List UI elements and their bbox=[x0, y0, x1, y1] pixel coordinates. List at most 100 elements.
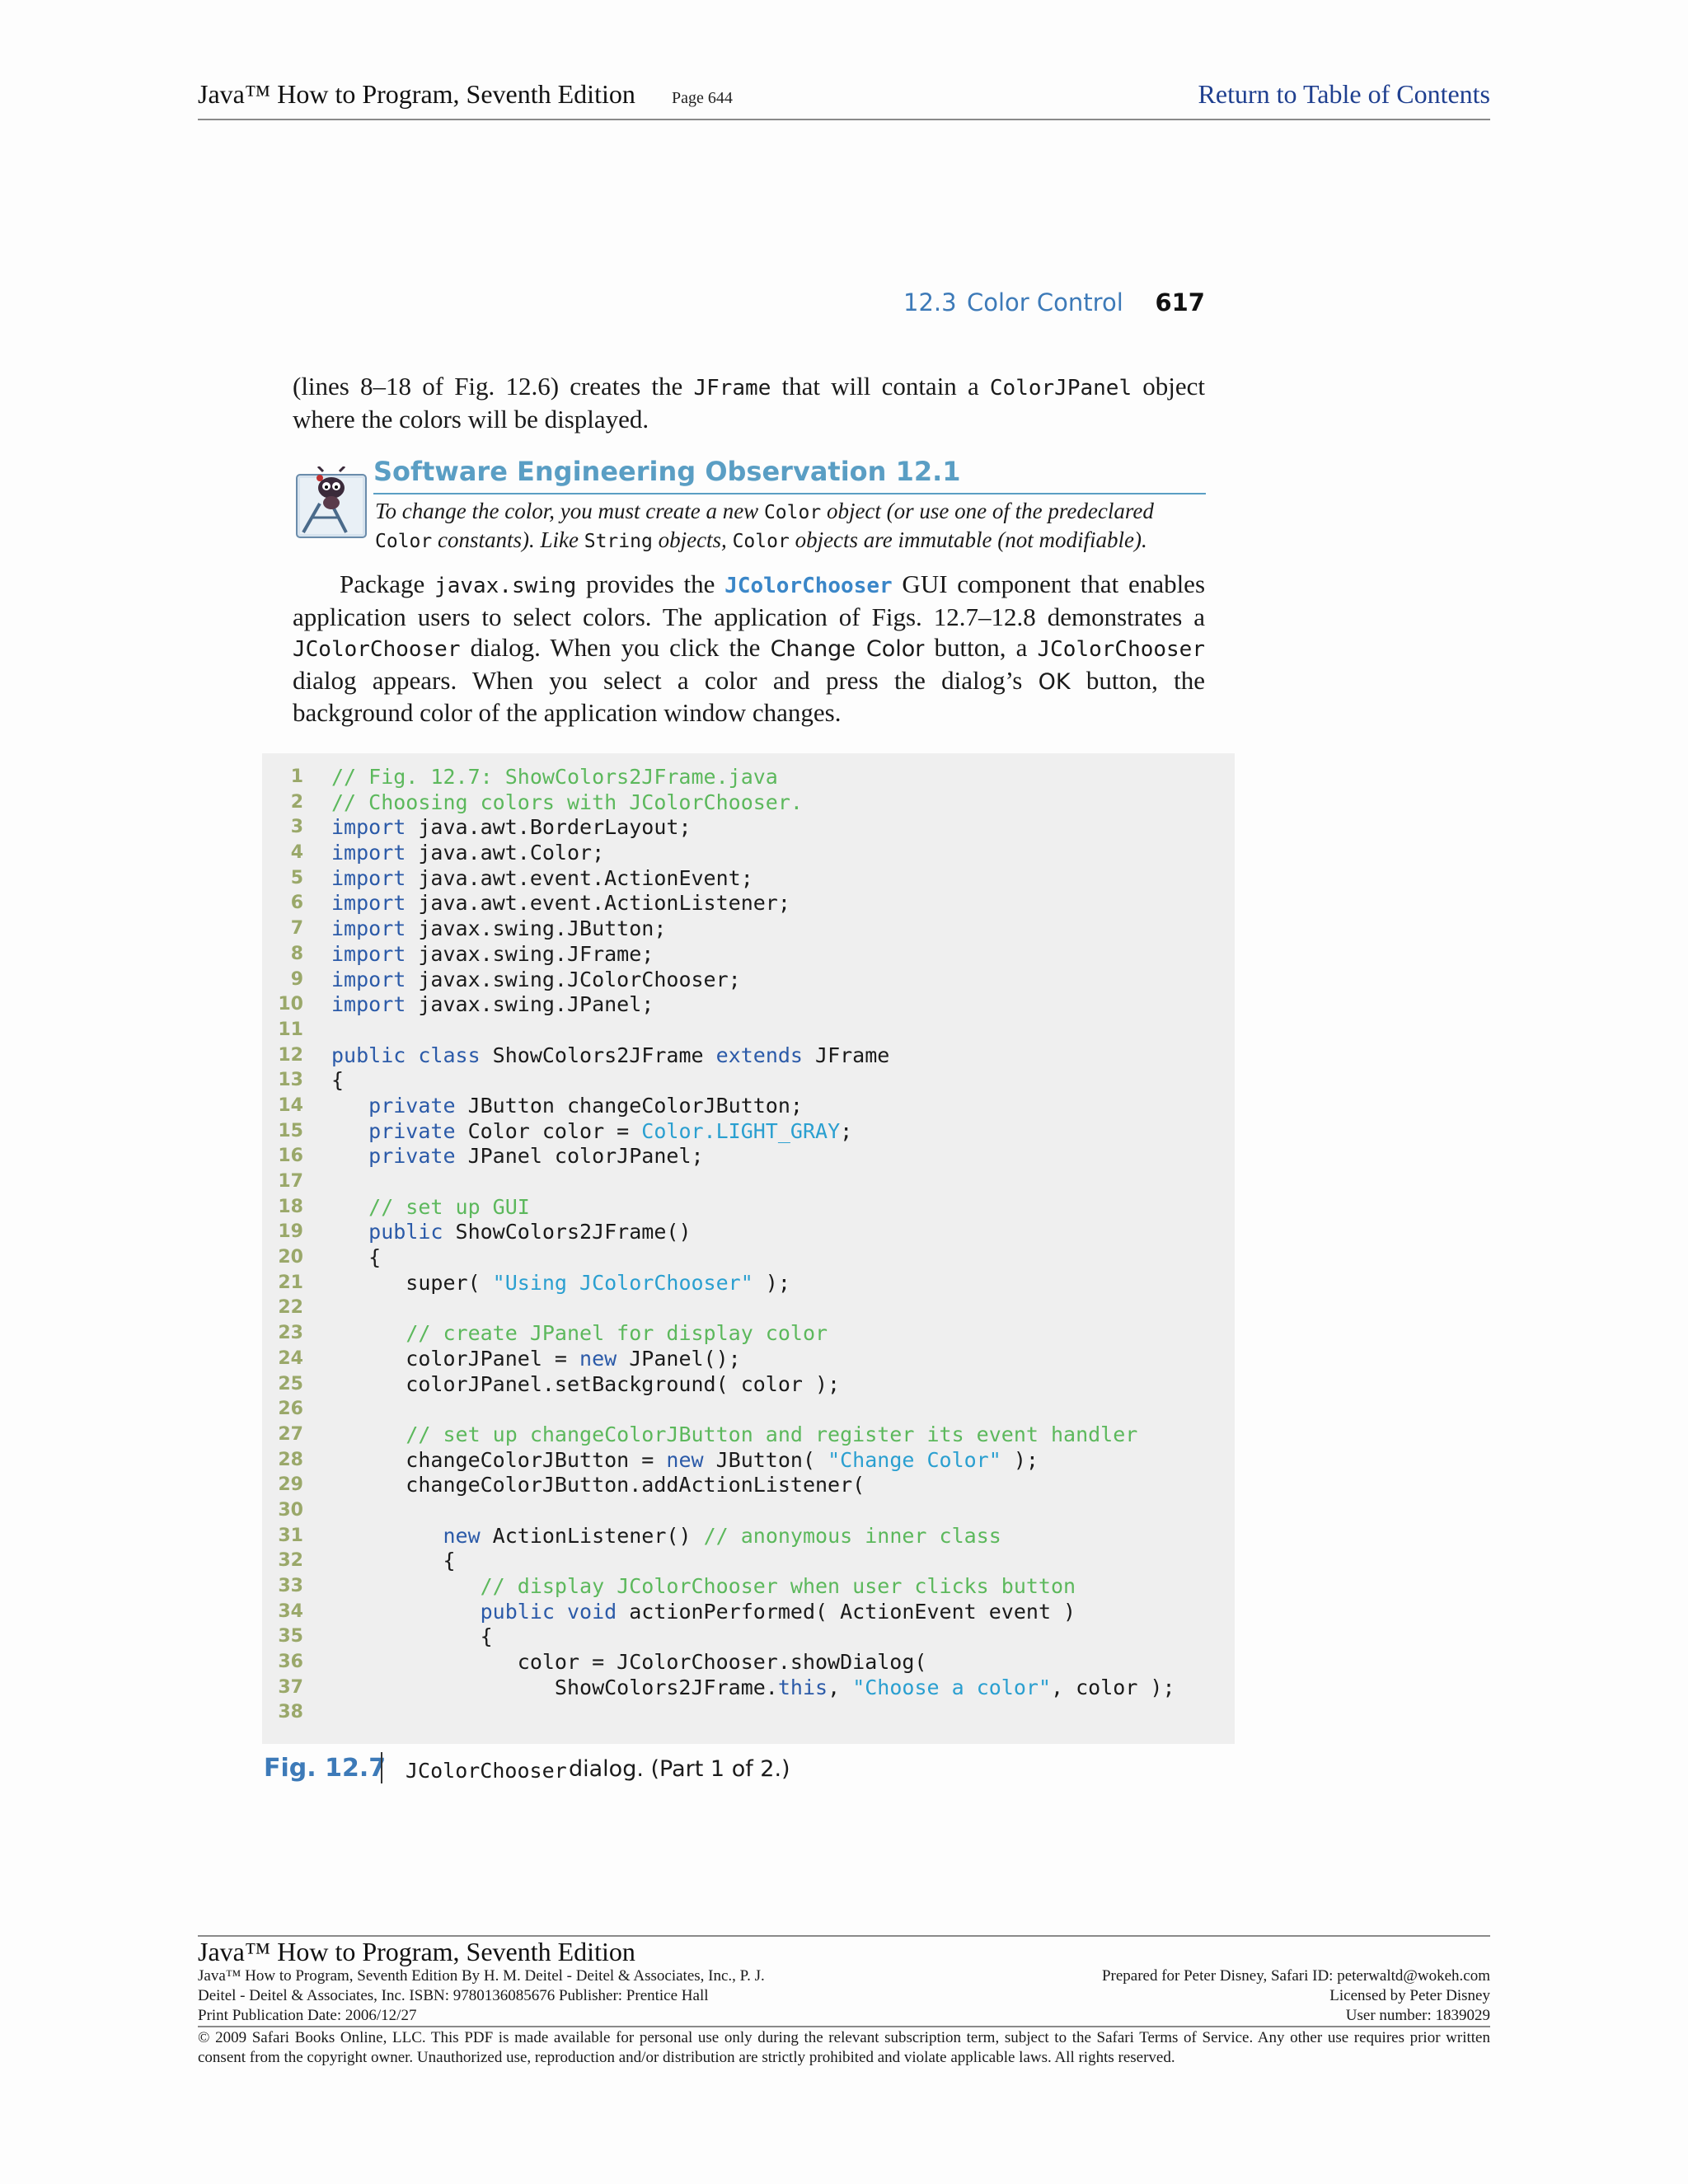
line-number: 16 bbox=[278, 1146, 303, 1167]
footer-copyright: © 2009 Safari Books Online, LLC. This PD… bbox=[198, 2029, 1490, 2066]
code-token-keyword: private bbox=[368, 1144, 456, 1169]
code-token-text: colorJPanel.setBackground( color ); bbox=[331, 1371, 841, 1396]
code-text: private JPanel colorJPanel; bbox=[331, 1144, 703, 1169]
intro-paragraph: (lines 8–18 of Fig. 12.6) creates the JF… bbox=[293, 372, 1206, 434]
code-line: 7 import javax.swing.JButton; bbox=[262, 916, 1235, 942]
code-token-constant: Color.LIGHT_GRAY bbox=[641, 1118, 841, 1143]
seo-title: Software Engineering Observation 12.1 bbox=[373, 456, 961, 487]
code-token-text: , color ); bbox=[1051, 1675, 1175, 1699]
code-text: // display JColorChooser when user click… bbox=[331, 1574, 1076, 1600]
code-token-keyword: private bbox=[368, 1118, 456, 1143]
code-text: color = JColorChooser.showDialog( bbox=[331, 1650, 927, 1675]
line-number: 9 bbox=[290, 968, 303, 990]
code-line: 17 bbox=[262, 1169, 1235, 1195]
code-token-text: Color color = bbox=[455, 1118, 642, 1143]
code-line: 1 // Fig. 12.7: ShowColors2JFrame.java bbox=[262, 765, 1235, 790]
code-token-text: ActionListener() bbox=[480, 1523, 704, 1548]
code-line: 29 changeColorJButton.addActionListener( bbox=[262, 1473, 1235, 1498]
code-token-keyword: import bbox=[331, 967, 406, 991]
code-line: 28 changeColorJButton = new JButton( "Ch… bbox=[262, 1448, 1235, 1474]
code-text: public ShowColors2JFrame() bbox=[331, 1220, 691, 1245]
code-text: import javax.swing.JPanel; bbox=[331, 992, 654, 1018]
code-token-keyword: import bbox=[331, 992, 406, 1017]
line-number: 10 bbox=[278, 994, 303, 1015]
footer-left-line: Print Publication Date: 2006/12/27 bbox=[198, 2007, 417, 2024]
code-line: 30 bbox=[262, 1498, 1235, 1524]
code-token-text: { bbox=[331, 1549, 456, 1573]
code-line: 24 colorJPanel = new JPanel(); bbox=[262, 1347, 1235, 1372]
code-text: ShowColors2JFrame.this, "Choose a color"… bbox=[331, 1675, 1175, 1701]
code-token-text: javax.swing.JPanel; bbox=[406, 992, 654, 1017]
line-number: 7 bbox=[290, 918, 303, 940]
code-text: private JButton changeColorJButton; bbox=[331, 1094, 803, 1119]
code-token-keyword: import bbox=[331, 916, 406, 941]
code-text: { bbox=[331, 1068, 344, 1094]
code-text: // set up GUI bbox=[331, 1195, 530, 1221]
code-token-comment: // set up GUI bbox=[368, 1194, 530, 1219]
code-line: 19 public ShowColors2JFrame() bbox=[262, 1220, 1235, 1245]
code-line: 18 // set up GUI bbox=[262, 1195, 1235, 1221]
code-token-keyword: new bbox=[579, 1346, 617, 1371]
line-number: 37 bbox=[278, 1676, 303, 1698]
running-header: 12.3 Color Control 617 bbox=[903, 288, 1205, 321]
page-label: Page 644 bbox=[672, 89, 733, 107]
code-token-text: JFrame bbox=[802, 1043, 890, 1067]
code-text: colorJPanel = new JPanel(); bbox=[331, 1346, 741, 1372]
code-line: 13 { bbox=[262, 1068, 1235, 1094]
code-line: 9 import javax.swing.JColorChooser; bbox=[262, 968, 1235, 993]
code-token-text: , bbox=[828, 1675, 853, 1699]
code-token-keyword: import bbox=[331, 841, 406, 865]
code-token-text: JPanel(); bbox=[617, 1346, 741, 1371]
footer-rule-mid bbox=[198, 2026, 1490, 2027]
code-token-text: { bbox=[331, 1624, 493, 1649]
line-number: 1 bbox=[290, 766, 303, 787]
code-text: import javax.swing.JColorChooser; bbox=[331, 968, 741, 993]
line-number: 2 bbox=[290, 791, 303, 813]
code-token-comment: // create JPanel for display color bbox=[406, 1321, 828, 1346]
footer-license-info: Prepared for Peter Disney, Safari ID: pe… bbox=[1102, 1966, 1490, 2026]
code-line: 37 ShowColors2JFrame.this, "Choose a col… bbox=[262, 1675, 1235, 1701]
code-token-keyword: import bbox=[331, 865, 406, 890]
code-token-text: colorJPanel = bbox=[331, 1346, 580, 1371]
line-number: 27 bbox=[278, 1423, 303, 1445]
line-number: 33 bbox=[278, 1576, 303, 1596]
return-to-toc-link[interactable]: Return to Table of Contents bbox=[1198, 79, 1490, 110]
code-token-text: ; bbox=[840, 1118, 853, 1143]
code-line: 4 import java.awt.Color; bbox=[262, 841, 1235, 866]
code-token-keyword: new bbox=[443, 1523, 481, 1548]
code-line: 12 public class ShowColors2JFrame extends… bbox=[262, 1043, 1235, 1069]
code-token-text: ); bbox=[753, 1270, 790, 1295]
code-token-text: ); bbox=[1001, 1447, 1039, 1472]
line-number: 35 bbox=[278, 1626, 303, 1647]
code-line: 14 private JButton changeColorJButton; bbox=[262, 1094, 1235, 1119]
code-text: import javax.swing.JFrame; bbox=[331, 942, 654, 968]
line-number: 13 bbox=[278, 1070, 303, 1091]
line-number: 22 bbox=[278, 1297, 303, 1319]
code-token-text: java.awt.event.ActionEvent; bbox=[406, 865, 753, 890]
code-token-comment: // anonymous inner class bbox=[703, 1523, 1001, 1548]
code-text: { bbox=[331, 1245, 381, 1271]
code-line: 33 // display JColorChooser when user cl… bbox=[262, 1574, 1235, 1600]
code-text: // Fig. 12.7: ShowColors2JFrame.java bbox=[331, 765, 778, 790]
code-text: import javax.swing.JButton; bbox=[331, 916, 666, 942]
code-token-comment: // Choosing colors with JColorChooser. bbox=[331, 790, 803, 814]
main-paragraph: Package javax.swing provides the JColorC… bbox=[293, 569, 1206, 727]
line-number: 34 bbox=[278, 1601, 303, 1622]
line-number: 17 bbox=[278, 1171, 303, 1192]
code-listing: 1 // Fig. 12.7: ShowColors2JFrame.java 2 //… bbox=[262, 753, 1235, 1744]
code-token-text: JButton( bbox=[703, 1447, 828, 1472]
code-token-string: "Change Color" bbox=[828, 1447, 1001, 1472]
code-text: colorJPanel.setBackground( color ); bbox=[331, 1372, 840, 1398]
code-line: 35 { bbox=[262, 1624, 1235, 1650]
code-line: 2 // Choosing colors with JColorChooser. bbox=[262, 790, 1235, 816]
code-line: 15 private Color color = Color.LIGHT_GRA… bbox=[262, 1119, 1235, 1145]
book-title: Java™ How to Program, Seventh Edition bbox=[198, 79, 635, 109]
code-token-string: "Using JColorChooser" bbox=[492, 1270, 753, 1295]
code-token-text: actionPerformed( ActionEvent event ) bbox=[617, 1599, 1076, 1624]
seo-ant-icon bbox=[295, 465, 368, 541]
code-line: 5 import java.awt.event.ActionEvent; bbox=[262, 866, 1235, 892]
